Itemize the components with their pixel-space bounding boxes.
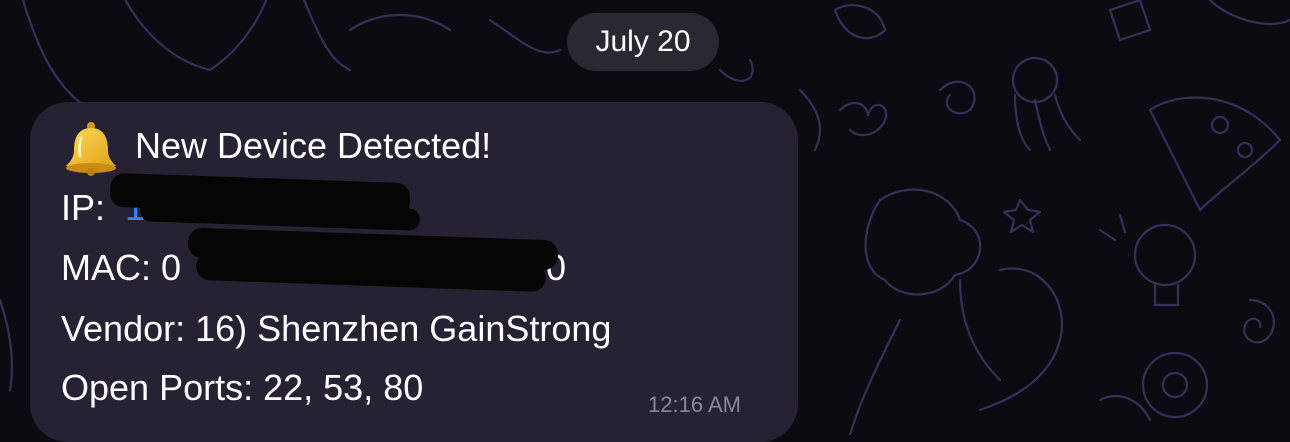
vendor-line: Vendor: 16) Shenzhen GainStrong — [61, 307, 611, 351]
mac-value-start: 0 — [161, 247, 182, 288]
mac-line: MAC: 0 — [61, 246, 181, 290]
vendor-value: 16) Shenzhen GainStrong — [195, 308, 612, 349]
ports-line: Open Ports: 22, 53, 80 — [61, 366, 423, 410]
ports-label: Open Ports: — [61, 367, 254, 408]
message-title: New Device Detected! — [135, 125, 492, 166]
ports-value: 22, 53, 80 — [263, 367, 424, 408]
ip-label: IP: — [61, 187, 106, 228]
mac-label: MAC: — [61, 247, 151, 288]
date-separator: July 20 — [567, 13, 719, 71]
message-time: 12:16 AM — [648, 392, 741, 417]
vendor-label: Vendor: — [61, 308, 186, 349]
bell-icon — [66, 122, 116, 176]
